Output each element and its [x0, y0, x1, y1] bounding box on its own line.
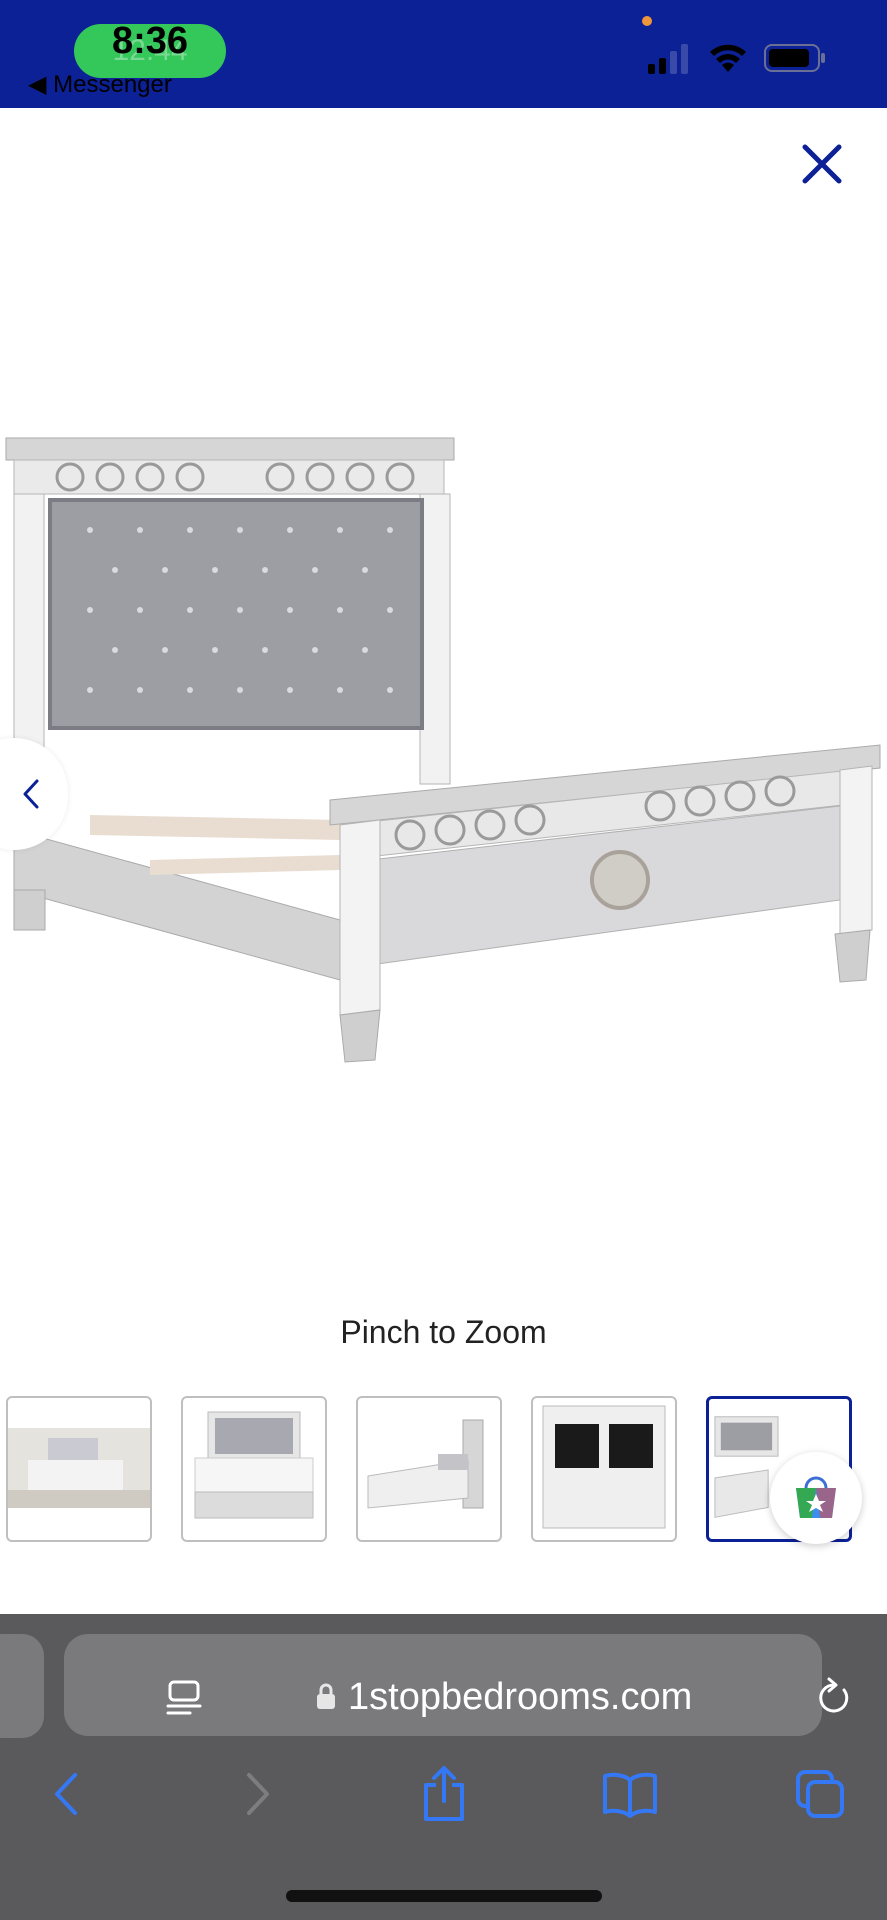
screen: 12:44 8:36 ◀ Messenger Pinch to Zoom 1st… [0, 0, 887, 1920]
share-icon [424, 1766, 464, 1821]
bed-side-thumbnail[interactable] [356, 1396, 502, 1542]
bookmarks-button[interactable] [600, 1764, 660, 1824]
back-to-app-link[interactable]: ◀ Messenger [28, 70, 172, 99]
reload-icon[interactable] [814, 1674, 854, 1718]
close-icon [802, 144, 842, 184]
home-indicator[interactable] [286, 1890, 602, 1902]
thumbnail-image [8, 1428, 150, 1508]
lock-icon [317, 1683, 335, 1709]
product-image[interactable] [0, 420, 887, 1080]
zoom-hint: Pinch to Zoom [340, 1314, 547, 1350]
bedroom-set-thumbnail[interactable] [6, 1396, 152, 1542]
privacy-indicator [642, 16, 652, 26]
share-button[interactable] [414, 1764, 474, 1824]
page-menu-icon[interactable] [164, 1678, 204, 1718]
url-text: 1stopbedrooms.com [348, 1676, 693, 1718]
thumbnail-image [367, 1419, 484, 1509]
thumbnail-image [542, 1405, 666, 1529]
status-time: 8:36 [111, 20, 189, 62]
battery-icon [764, 44, 825, 72]
wifi-icon [710, 44, 746, 72]
status-bar: 12:44 8:36 ◀ Messenger [0, 0, 887, 108]
browser-toolbar: 1stopbedrooms.com [0, 1614, 887, 1920]
close-button[interactable] [796, 138, 848, 190]
chevron-left-icon [23, 779, 39, 809]
shopping-bag-button[interactable] [770, 1452, 862, 1544]
thumbnail-image [194, 1411, 314, 1519]
forward-button[interactable] [228, 1764, 288, 1824]
thumbnail-strip [0, 1396, 887, 1542]
previous-tab-preview[interactable] [0, 1634, 44, 1738]
shopping-bag-icon [796, 1476, 836, 1518]
address-bar[interactable]: 1stopbedrooms.com [64, 1634, 849, 1736]
back-button[interactable] [36, 1764, 96, 1824]
headboard-thumbnail[interactable] [531, 1396, 677, 1542]
cellular-signal-icon [648, 44, 688, 74]
chevron-right-icon [247, 1773, 269, 1815]
book-icon [603, 1772, 657, 1818]
tabs-icon [796, 1770, 844, 1818]
tabs-button[interactable] [790, 1764, 850, 1824]
chevron-left-icon [55, 1773, 77, 1815]
bed-front-thumbnail[interactable] [181, 1396, 327, 1542]
